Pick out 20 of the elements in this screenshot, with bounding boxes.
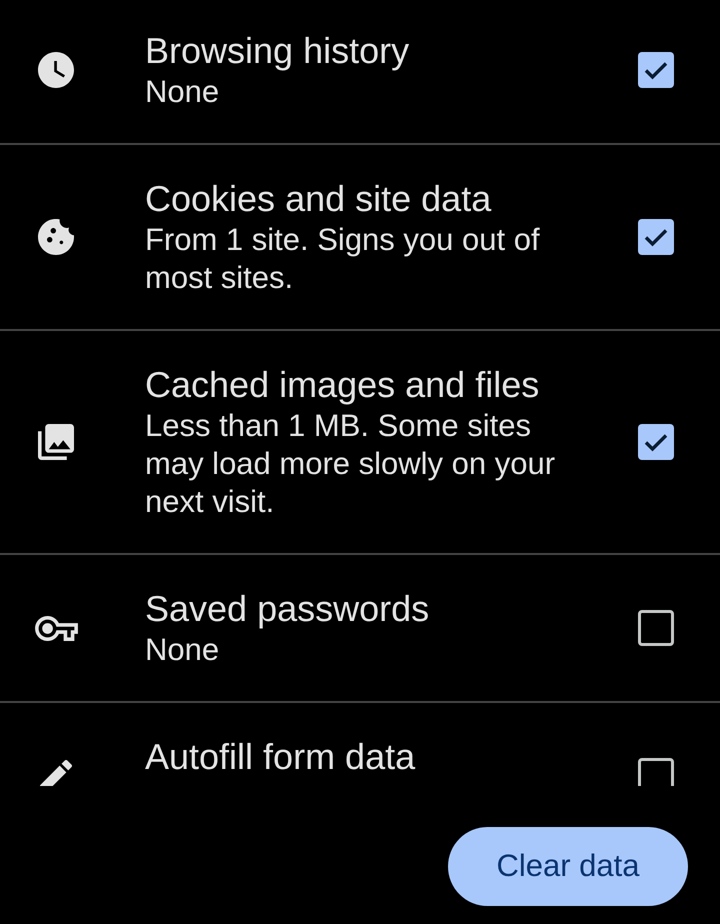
item-title: Saved passwords (145, 587, 430, 631)
item-description: None (145, 73, 220, 111)
key-icon (34, 616, 78, 640)
item-title: Autofill form data (145, 735, 416, 779)
item-title: Cached images and files (145, 363, 540, 407)
checkbox[interactable] (638, 219, 674, 255)
photo-library-icon (38, 424, 74, 460)
cookie-icon (38, 219, 74, 255)
clock-icon (38, 52, 74, 88)
checkbox[interactable] (638, 758, 674, 786)
item-title: Cookies and site data (145, 177, 492, 221)
checkbox[interactable] (638, 52, 674, 88)
item-description: From 1 site. Signs you out of most sites. (145, 221, 541, 297)
item-description: None (145, 631, 220, 669)
item-title: Browsing history (145, 29, 410, 73)
checkbox[interactable] (638, 610, 674, 646)
checkbox[interactable] (638, 424, 674, 460)
clear-data-button[interactable]: Clear data (448, 827, 688, 906)
pencil-icon (40, 760, 72, 786)
item-description: Less than 1 MB. Some sites may load more slowly on your next visit. (145, 407, 556, 521)
